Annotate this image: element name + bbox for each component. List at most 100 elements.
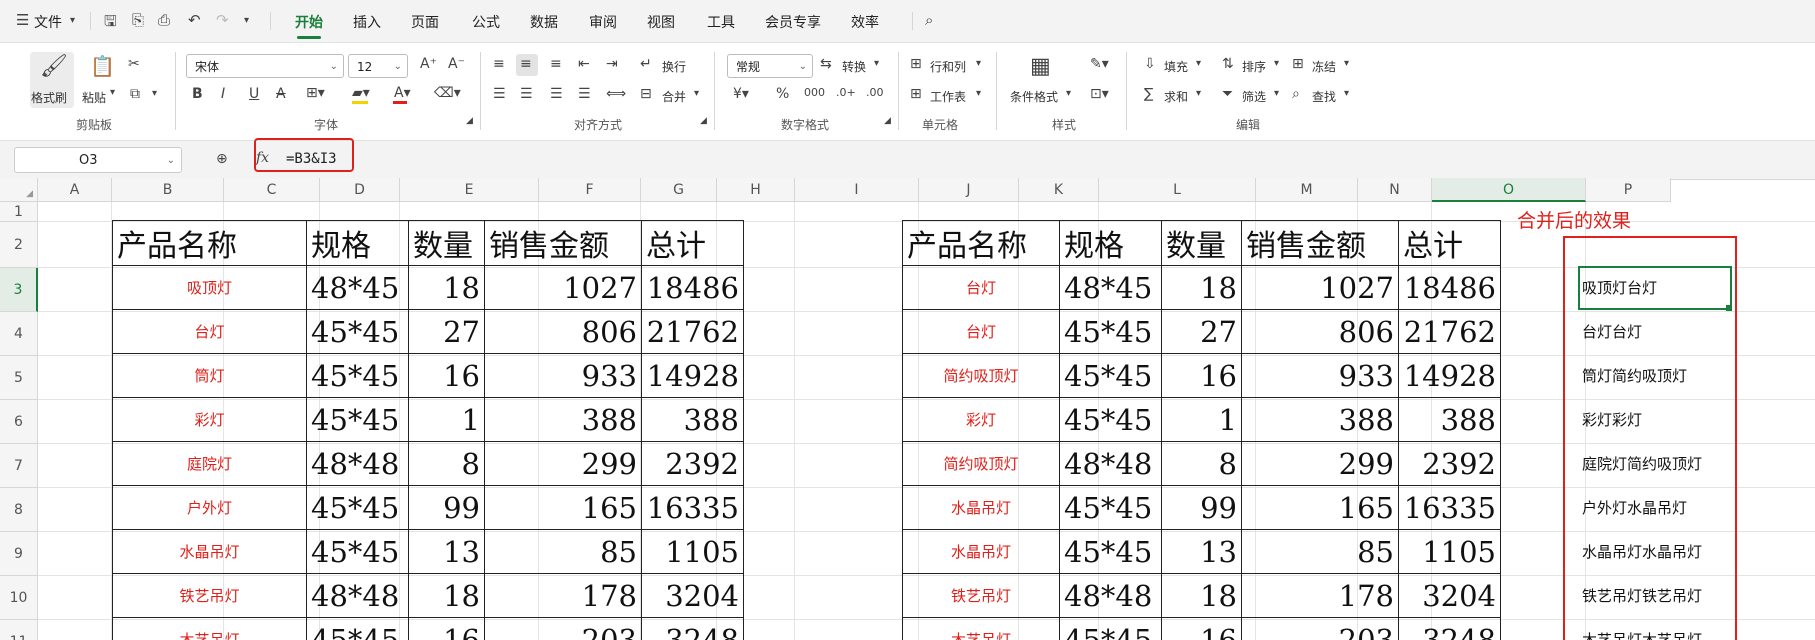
chevron-down-icon[interactable]: ▾ — [1344, 58, 1349, 69]
table-header-cell[interactable]: 数量 — [408, 220, 485, 266]
zoom-icon[interactable]: ⊕ — [216, 151, 228, 167]
sum-icon[interactable]: ∑ — [1144, 86, 1153, 102]
column-header-E[interactable]: E — [400, 178, 539, 202]
strikethrough-icon[interactable]: A — [276, 86, 286, 102]
table-cell[interactable]: 16 — [408, 353, 485, 398]
wrap-icon[interactable]: ↵ — [640, 56, 652, 72]
product-name-cell[interactable]: 水晶吊灯 — [902, 529, 1060, 574]
table-cell[interactable]: 16 — [1161, 617, 1242, 640]
tab-data[interactable]: 数据 — [530, 12, 558, 32]
freeze-button[interactable]: 冻结 — [1312, 58, 1336, 75]
convert-icon[interactable]: ⇆ — [820, 56, 832, 72]
row-header-9[interactable]: 9 — [0, 532, 38, 576]
copy-icon[interactable]: ⧉ — [130, 86, 140, 102]
chevron-down-icon[interactable]: ▾ — [976, 88, 981, 99]
currency-icon[interactable]: ¥▾ — [733, 86, 749, 102]
find-icon[interactable]: ⌕ — [1292, 86, 1300, 102]
column-header-C[interactable]: C — [224, 178, 320, 202]
filter-button[interactable]: 筛选 — [1242, 88, 1266, 105]
column-header-M[interactable]: M — [1256, 178, 1358, 202]
table-cell[interactable]: 388 — [1241, 397, 1399, 442]
table-cell[interactable]: 48*48 — [1059, 573, 1162, 618]
tab-formula[interactable]: 公式 — [472, 12, 500, 32]
table-cell[interactable]: 99 — [408, 485, 485, 530]
column-header-H[interactable]: H — [717, 178, 795, 202]
worksheet-icon[interactable]: ⊞ — [910, 86, 922, 102]
fill-color-icon[interactable]: ▰▾ — [352, 85, 370, 101]
product-name-cell[interactable]: 木艺吊灯 — [112, 617, 307, 640]
table-cell[interactable]: 45*45 — [1059, 485, 1162, 530]
row-header-5[interactable]: 5 — [0, 356, 38, 400]
table-cell[interactable]: 45*45 — [306, 397, 409, 442]
fill-icon[interactable]: ⇩ — [1144, 56, 1156, 72]
product-name-cell[interactable]: 台灯 — [112, 309, 307, 354]
table-cell[interactable]: 806 — [1241, 309, 1399, 354]
search-icon[interactable]: ⌕ — [925, 11, 933, 29]
clear-format-icon[interactable]: ⌫▾ — [434, 85, 461, 101]
percent-icon[interactable]: % — [776, 86, 789, 102]
distributed-icon[interactable]: ⟺ — [606, 86, 626, 102]
table-header-cell[interactable]: 总计 — [641, 220, 744, 266]
align-middle-icon[interactable]: ≡ — [520, 56, 532, 72]
product-name-cell[interactable]: 木艺吊灯 — [902, 617, 1060, 640]
chevron-down-icon[interactable]: ▾ — [694, 88, 699, 99]
sort-icon[interactable]: ⇅ — [1222, 56, 1234, 72]
column-header-N[interactable]: N — [1358, 178, 1432, 202]
table-cell[interactable]: 48*45 — [306, 265, 409, 310]
chevron-down-icon[interactable]: ▾ — [1274, 88, 1279, 99]
table-cell[interactable]: 1027 — [484, 265, 642, 310]
table-cell[interactable]: 165 — [484, 485, 642, 530]
product-name-cell[interactable]: 水晶吊灯 — [112, 529, 307, 574]
table-cell[interactable]: 1105 — [641, 529, 744, 574]
chevron-down-icon[interactable]: ▾ — [976, 58, 981, 69]
table-cell[interactable]: 203 — [484, 617, 642, 640]
table-cell[interactable]: 178 — [1241, 573, 1399, 618]
rows-cols-icon[interactable]: ⊞ — [910, 56, 922, 72]
increase-font-icon[interactable]: A⁺ — [420, 56, 437, 72]
table-cell[interactable]: 3248 — [641, 617, 744, 640]
tab-page[interactable]: 页面 — [411, 12, 439, 32]
column-header-F[interactable]: F — [539, 178, 641, 202]
table-cell[interactable]: 45*45 — [306, 353, 409, 398]
table-cell[interactable]: 27 — [408, 309, 485, 354]
paste-icon[interactable]: 📋 — [90, 54, 115, 78]
table-cell[interactable]: 3204 — [1398, 573, 1501, 618]
chevron-down-icon[interactable]: ▾ — [110, 87, 115, 98]
thousands-icon[interactable]: 000 — [804, 86, 825, 99]
table-cell[interactable]: 388 — [484, 397, 642, 442]
product-name-cell[interactable]: 筒灯 — [112, 353, 307, 398]
product-name-cell[interactable]: 庭院灯 — [112, 441, 307, 486]
sort-button[interactable]: 排序 — [1242, 58, 1266, 75]
undo-icon[interactable]: ↶ — [188, 11, 201, 29]
table-header-cell[interactable]: 数量 — [1161, 220, 1242, 266]
fill-button[interactable]: 填充 — [1164, 58, 1188, 75]
row-header-3[interactable]: 3 — [0, 268, 38, 312]
row-header-8[interactable]: 8 — [0, 488, 38, 532]
table-cell[interactable]: 48*45 — [1059, 265, 1162, 310]
decrease-font-icon[interactable]: A⁻ — [448, 56, 465, 72]
dialog-launcher-icon[interactable]: ◢ — [700, 116, 707, 126]
column-header-P[interactable]: P — [1586, 178, 1671, 202]
find-button[interactable]: 查找 — [1312, 88, 1336, 105]
product-name-cell[interactable]: 铁艺吊灯 — [902, 573, 1060, 618]
table-cell[interactable]: 3204 — [641, 573, 744, 618]
formula-input[interactable]: =B3&I3 — [286, 151, 337, 167]
table-header-cell[interactable]: 规格 — [1059, 220, 1162, 266]
column-header-D[interactable]: D — [320, 178, 400, 202]
dialog-launcher-icon[interactable]: ◢ — [466, 116, 473, 126]
tab-member[interactable]: 会员专享 — [765, 12, 821, 32]
column-header-G[interactable]: G — [641, 178, 717, 202]
table-cell[interactable]: 45*45 — [1059, 353, 1162, 398]
table-cell[interactable]: 18486 — [1398, 265, 1501, 310]
table-cell[interactable]: 1 — [1161, 397, 1242, 442]
table-cell[interactable]: 203 — [1241, 617, 1399, 640]
row-header-10[interactable]: 10 — [0, 576, 38, 620]
table-cell[interactable]: 13 — [1161, 529, 1242, 574]
tab-efficiency[interactable]: 效率 — [851, 12, 879, 32]
product-name-cell[interactable]: 简约吸顶灯 — [902, 441, 1060, 486]
table-cell[interactable]: 178 — [484, 573, 642, 618]
table-header-cell[interactable]: 销售金额 — [484, 220, 642, 266]
table-cell[interactable]: 18 — [1161, 265, 1242, 310]
table-cell[interactable]: 165 — [1241, 485, 1399, 530]
border-icon[interactable]: ⊞▾ — [306, 85, 325, 101]
